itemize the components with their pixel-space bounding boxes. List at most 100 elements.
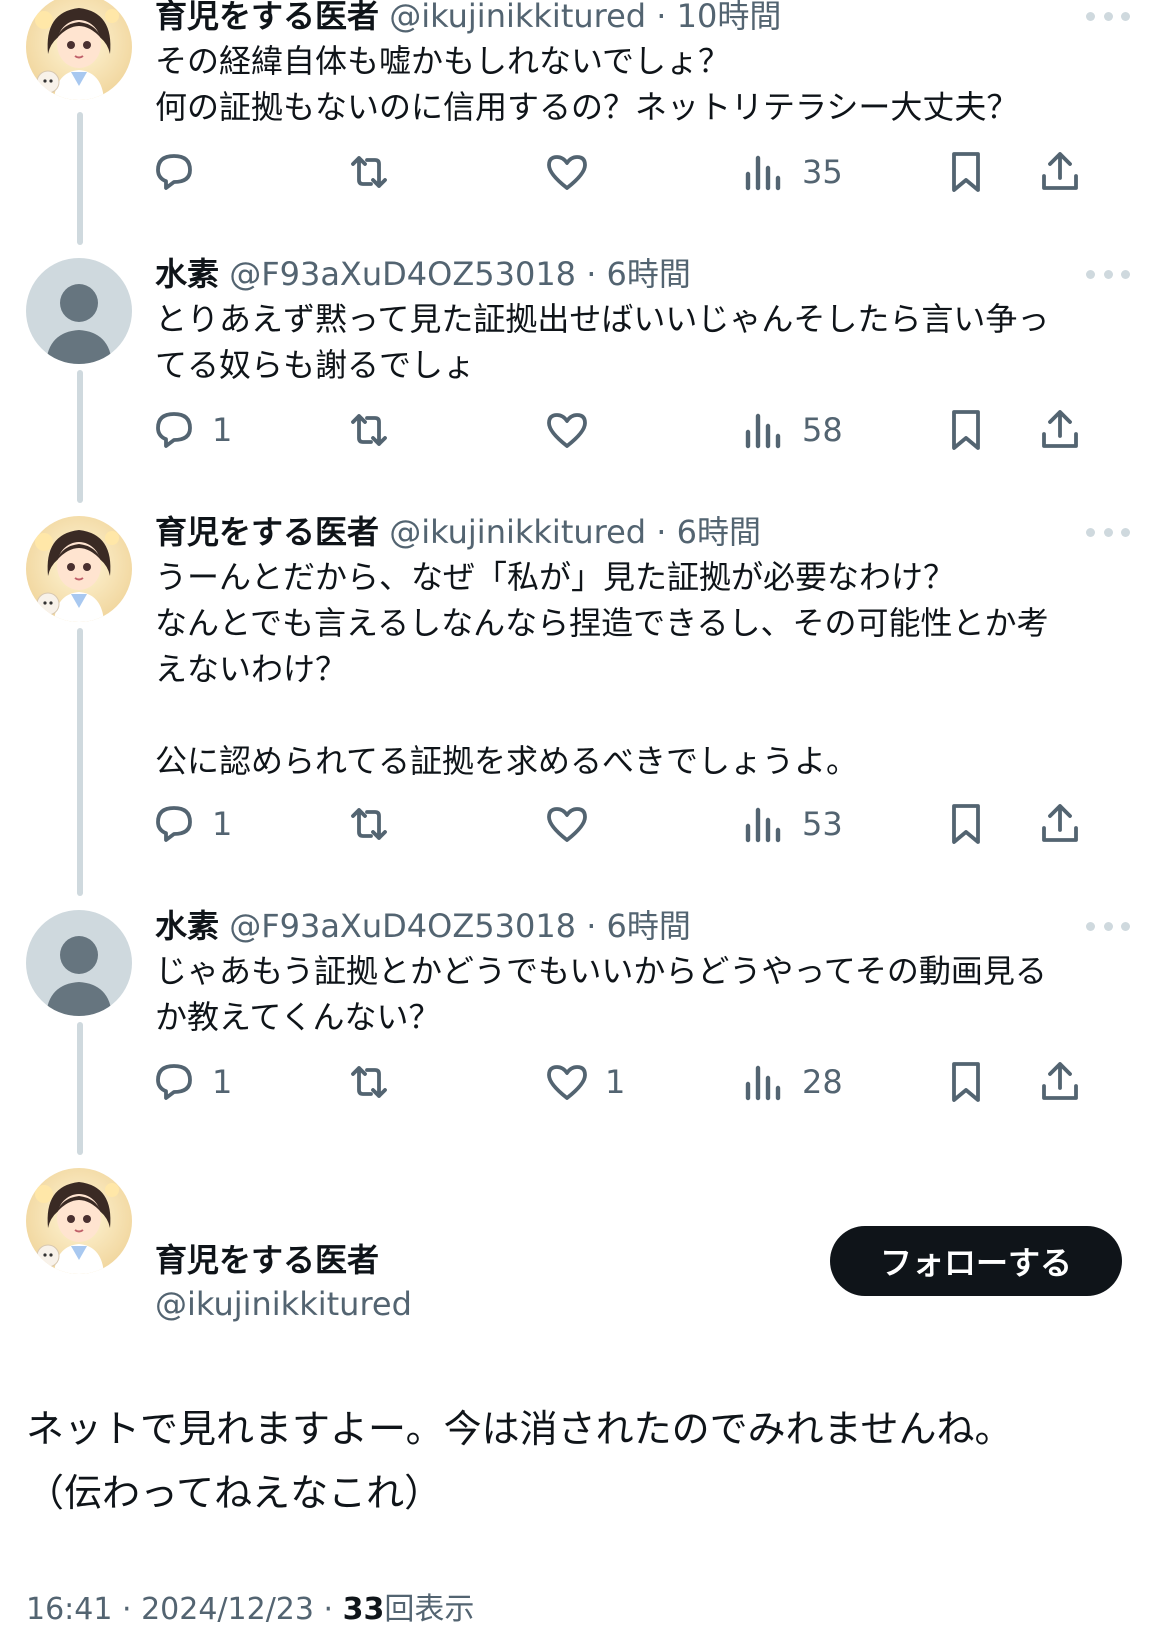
like-icon <box>547 807 587 842</box>
reply-count: 1 <box>212 1063 233 1101</box>
view-count: 58 <box>802 411 843 449</box>
repost-button[interactable] <box>345 142 407 202</box>
more-icon[interactable] <box>1086 525 1130 539</box>
main-post-footer: 16:41 · 2024/12/23 · 33回表示 <box>26 1590 474 1630</box>
share-icon <box>1042 1062 1078 1100</box>
post-line: 何の証拠もないのに信用するの？ネットリテラシー大丈夫？ <box>155 88 1019 126</box>
repost-icon <box>351 414 387 446</box>
view-count: 28 <box>802 1063 843 1101</box>
anime-doctor-avatar <box>26 0 132 100</box>
anime-doctor-avatar <box>26 516 132 622</box>
action-bar: 1 1 28 <box>150 1052 1130 1112</box>
post-text: その経緯自体も嘘かもしれないでしょ？ 何の証拠もないのに信用するの？ネットリテラ… <box>155 38 1110 130</box>
anime-doctor-avatar <box>26 1168 132 1274</box>
views-icon <box>745 155 781 191</box>
views-button[interactable]: 53 <box>740 794 843 854</box>
avatar[interactable] <box>26 910 132 1016</box>
bookmark-icon <box>952 1062 980 1102</box>
handle-and-time[interactable]: @F93aXuD4OZ53018 · 6時間 <box>229 907 691 945</box>
reply-icon <box>156 412 192 448</box>
post-header: 育児をする医者 @ikujinikkitured · 6時間 <box>155 512 1100 552</box>
share-button[interactable] <box>1036 794 1084 854</box>
avatar[interactable] <box>26 258 132 364</box>
author-name[interactable]: 育児をする医者 <box>155 0 379 35</box>
bookmark-icon <box>952 804 980 844</box>
author-name[interactable]: 育児をする医者 <box>155 513 379 551</box>
post-line: その経緯自体も嘘かもしれないでしょ？ <box>155 42 731 80</box>
more-icon[interactable] <box>1086 9 1130 23</box>
post-line: うーんとだから、なぜ「私が」見た証拠が必要なわけ？ <box>155 558 956 596</box>
share-icon <box>1042 410 1078 448</box>
main-post-handle[interactable]: @ikujinikkitured <box>155 1284 412 1324</box>
views-button[interactable]: 28 <box>740 1052 843 1112</box>
author-name[interactable]: 水素 <box>155 255 219 293</box>
share-icon <box>1042 152 1078 190</box>
post-line: てる奴らも謝るでしょ <box>155 346 476 384</box>
views-button[interactable]: 58 <box>740 400 843 460</box>
thread-line <box>77 1022 83 1155</box>
repost-button[interactable] <box>345 400 407 460</box>
author-name[interactable]: 水素 <box>155 907 219 945</box>
more-icon[interactable] <box>1086 267 1130 281</box>
view-count: 35 <box>802 153 843 191</box>
default-avatar <box>26 258 132 364</box>
reply-count: 1 <box>212 805 233 843</box>
thread-line <box>77 370 83 503</box>
views-icon <box>745 807 781 843</box>
avatar[interactable] <box>26 516 132 622</box>
post-text: うーんとだから、なぜ「私が」見た証拠が必要なわけ？ なんとでも言えるしなんなら捏… <box>155 554 1110 784</box>
like-button[interactable]: 1 <box>543 1052 625 1112</box>
more-icon[interactable] <box>1086 919 1130 933</box>
follow-button[interactable]: フォローする <box>830 1226 1122 1296</box>
repost-icon <box>351 808 387 840</box>
post-line <box>155 692 1110 738</box>
post-line: 公に認められてる証拠を求めるべきでしょうよ。 <box>155 742 859 780</box>
views-button[interactable]: 35 <box>740 142 843 202</box>
reply-button[interactable] <box>150 142 212 202</box>
views-icon <box>745 1065 781 1101</box>
like-button[interactable] <box>543 400 605 460</box>
main-post-line: （伝わってねえなこれ） <box>26 1471 443 1515</box>
post-text: じゃあもう証拠とかどうでもいいからどうやってその動画見る か教えてくんない？ <box>155 948 1110 1040</box>
post-header: 水素 @F93aXuD4OZ53018 · 6時間 <box>155 254 1100 294</box>
repost-icon <box>351 1066 387 1098</box>
default-avatar <box>26 910 132 1016</box>
thread-line <box>77 112 83 245</box>
main-post-line: ネットで見れますよー。今は消されたのでみれませんね。 <box>26 1407 1013 1451</box>
bookmark-button[interactable] <box>942 400 990 460</box>
like-icon <box>547 155 587 190</box>
reply-icon <box>156 1064 192 1100</box>
like-button[interactable] <box>543 794 605 854</box>
share-icon <box>1042 804 1078 842</box>
post-header: 育児をする医者 @ikujinikkitured · 10時間 <box>155 0 1100 36</box>
handle-and-time[interactable]: @ikujinikkitured · 6時間 <box>389 513 761 551</box>
repost-icon <box>351 156 387 188</box>
like-button[interactable] <box>543 142 605 202</box>
avatar[interactable] <box>26 0 132 100</box>
reply-button[interactable]: 1 <box>150 794 232 854</box>
reply-button[interactable]: 1 <box>150 1052 232 1112</box>
action-bar: 35 <box>150 142 1130 202</box>
handle-and-time[interactable]: @ikujinikkitured · 10時間 <box>389 0 781 35</box>
share-button[interactable] <box>1036 142 1084 202</box>
repost-button[interactable] <box>345 794 407 854</box>
post-line: か教えてくんない？ <box>155 998 441 1036</box>
handle-and-time[interactable]: @F93aXuD4OZ53018 · 6時間 <box>229 255 691 293</box>
bookmark-button[interactable] <box>942 1052 990 1112</box>
post-line: とりあえず黙って見た証拠出せばいいじゃんそしたら言い争っ <box>155 300 1050 338</box>
bookmark-button[interactable] <box>942 142 990 202</box>
main-post-text: ネットで見れますよー。今は消されたのでみれませんね。 （伝わってねえなこれ） <box>26 1397 1012 1525</box>
bookmark-button[interactable] <box>942 794 990 854</box>
repost-button[interactable] <box>345 1052 407 1112</box>
view-count: 53 <box>802 805 843 843</box>
post-timestamp[interactable]: 16:41 · 2024/12/23 · <box>26 1592 343 1627</box>
reply-icon <box>156 806 192 842</box>
post-text: とりあえず黙って見た証拠出せばいいじゃんそしたら言い争っ てる奴らも謝るでしょ <box>155 296 1110 388</box>
reply-button[interactable]: 1 <box>150 400 232 460</box>
view-label: 回表示 <box>384 1592 475 1627</box>
main-post-author-name[interactable]: 育児をする医者 <box>155 1240 379 1280</box>
share-button[interactable] <box>1036 1052 1084 1112</box>
main-post-avatar[interactable] <box>26 1168 132 1274</box>
post-line: じゃあもう証拠とかどうでもいいからどうやってその動画見る <box>155 952 1047 990</box>
share-button[interactable] <box>1036 400 1084 460</box>
